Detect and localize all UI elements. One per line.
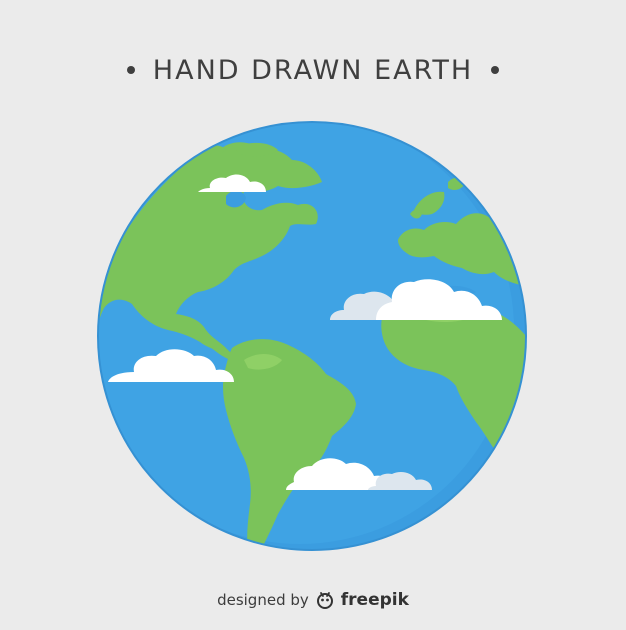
earth-illustration [0, 0, 626, 626]
footer-credit: designed by freepik [0, 585, 626, 615]
freepik-logo-icon [315, 590, 335, 610]
freepik-brand[interactable]: freepik [341, 590, 409, 610]
earth-svg [97, 121, 527, 551]
designed-by-text: designed by [217, 591, 309, 609]
